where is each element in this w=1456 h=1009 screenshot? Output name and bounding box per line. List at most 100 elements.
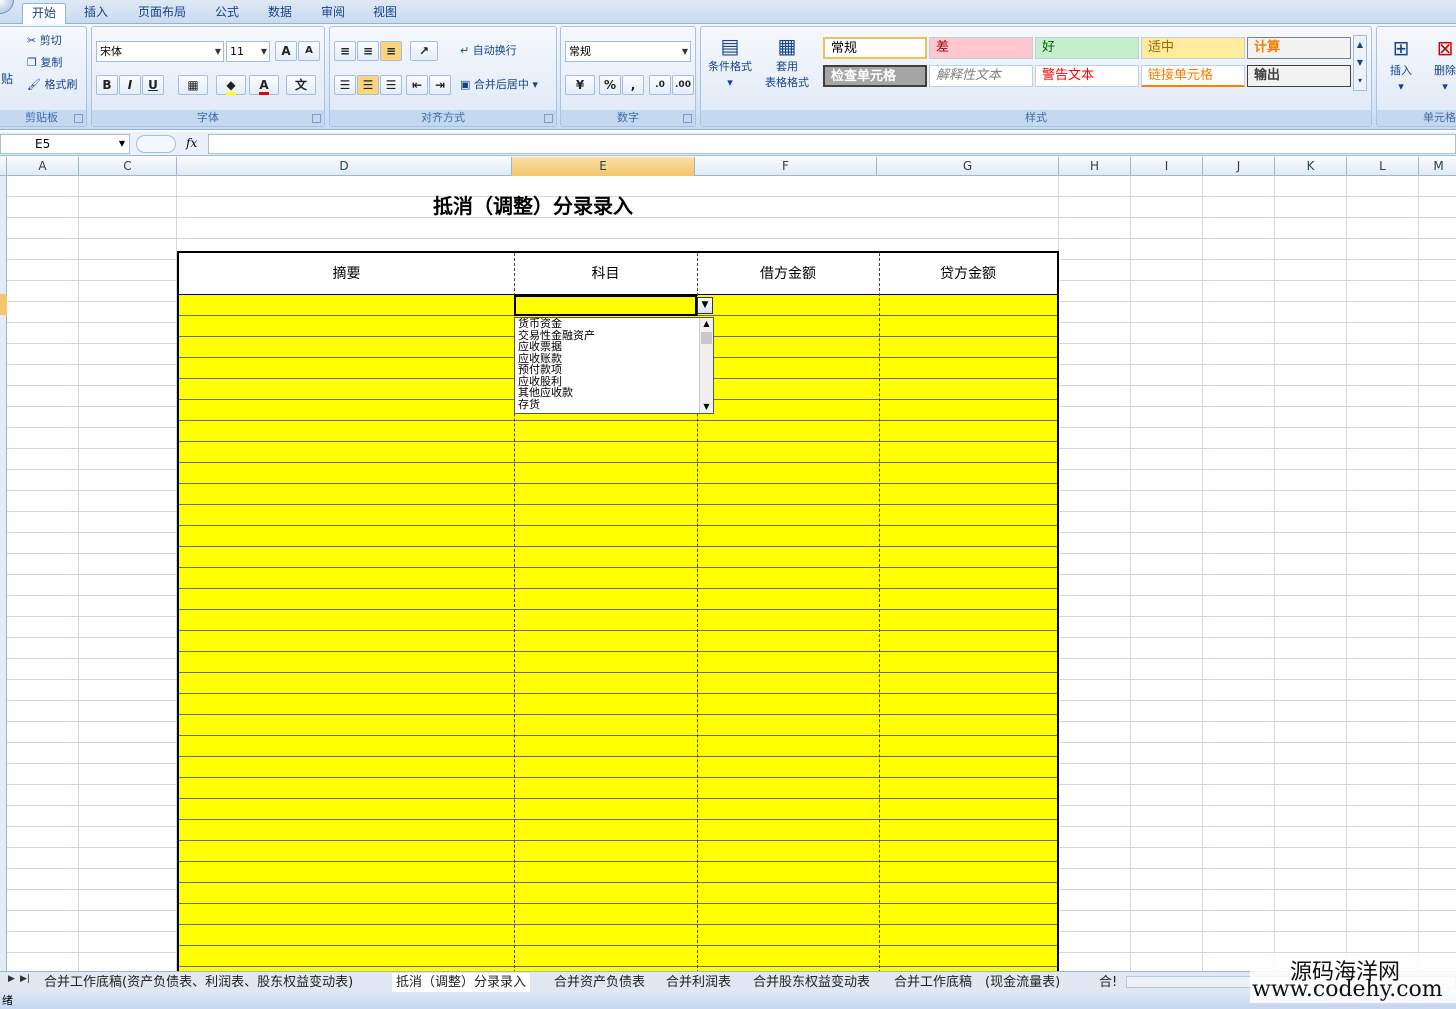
sheet-tab-worksheet-cashflow[interactable]: 合并工作底稿 (现金流量表) — [890, 973, 1064, 992]
copy-button[interactable]: ❐ 复制 — [27, 53, 62, 73]
styles-gallery-scroll[interactable]: ▲ ▼ ▾ — [1353, 35, 1367, 91]
underline-button[interactable]: U — [142, 75, 164, 95]
font-size-combo[interactable]: 11 ▼ — [226, 41, 270, 62]
fill-color-button[interactable]: ◆ — [216, 75, 246, 95]
column-header-d[interactable]: D — [177, 157, 512, 176]
insert-cells-button[interactable]: ⊞ 插入 ▾ — [1381, 33, 1421, 97]
accounting-format-button[interactable]: ¥ — [565, 75, 595, 95]
style-output[interactable]: 输出 — [1247, 65, 1351, 87]
last-sheet-icon[interactable]: ▶| — [20, 974, 30, 984]
dropdown-option[interactable]: 预付款项 — [515, 364, 713, 376]
increase-decimal-button[interactable]: .0 — [649, 75, 671, 95]
office-button[interactable] — [0, 0, 14, 14]
tab-home[interactable]: 开始 — [22, 3, 67, 24]
column-header-j[interactable]: J — [1203, 157, 1275, 176]
next-sheet-icon[interactable]: ▶ — [8, 974, 15, 984]
sheet-tab-worksheet-bs-pl[interactable]: 合并工作底稿(资产负债表、利润表、股东权益变动表) — [40, 973, 357, 992]
conditional-format-button[interactable]: ▤ 条件格式 ▾ — [705, 33, 755, 97]
chevron-down-icon[interactable]: ▼ — [700, 401, 713, 413]
borders-button[interactable]: ▦ — [178, 75, 208, 95]
align-bottom-button[interactable]: ≡ — [380, 41, 402, 61]
active-cell-e5[interactable] — [514, 295, 697, 316]
dropdown-scrollbar[interactable]: ▲ ▼ — [699, 318, 713, 413]
align-center-button[interactable]: ☰ — [357, 75, 379, 95]
dropdown-option[interactable]: 其他应收款 — [515, 387, 713, 399]
style-normal[interactable]: 常规 — [823, 37, 927, 59]
decrease-decimal-button[interactable]: .00 — [672, 75, 694, 95]
percent-button[interactable]: % — [599, 75, 621, 95]
formula-input[interactable] — [208, 134, 1456, 154]
align-right-button[interactable]: ☰ — [380, 75, 402, 95]
insert-function-icon[interactable]: fx — [186, 136, 197, 150]
dropdown-option[interactable]: 货币资金 — [515, 318, 713, 330]
tab-view[interactable]: 视图 — [364, 3, 406, 24]
phonetic-button[interactable]: 文 — [286, 75, 316, 95]
tab-insert[interactable]: 插入 — [75, 3, 117, 24]
style-bad[interactable]: 差 — [929, 37, 1033, 59]
style-check-cell[interactable]: 检查单元格 — [823, 65, 927, 87]
column-header-k[interactable]: K — [1275, 157, 1347, 176]
cut-button[interactable]: ✂ 剪切 — [27, 31, 62, 51]
style-explanatory[interactable]: 解释性文本 — [929, 65, 1033, 87]
sheet-tab-elimination-entries[interactable]: 抵消（调整）分录录入 — [392, 973, 531, 992]
clipboard-launcher-icon[interactable] — [74, 114, 83, 123]
tab-formulas[interactable]: 公式 — [206, 3, 248, 24]
column-header-f[interactable]: F — [695, 157, 877, 176]
sheet-tab-truncated[interactable]: 合! — [1095, 973, 1121, 992]
orientation-button[interactable]: ↗ — [410, 41, 438, 61]
dropdown-arrow-button[interactable]: ▼ — [697, 297, 713, 314]
column-header-i[interactable]: I — [1131, 157, 1203, 176]
scrollbar-thumb[interactable] — [701, 332, 712, 344]
merge-center-button[interactable]: ▣ 合并后居中 ▾ — [460, 75, 538, 95]
chevron-up-icon[interactable]: ▲ — [700, 318, 713, 330]
alignment-launcher-icon[interactable] — [544, 114, 553, 123]
column-header-m[interactable]: M — [1419, 157, 1456, 176]
dropdown-option[interactable]: 应收票据 — [515, 341, 713, 353]
column-header-c[interactable]: C — [79, 157, 177, 176]
format-painter-button[interactable]: 🖌 格式刷 — [27, 75, 77, 95]
sheet-tab-consolidated-bs[interactable]: 合并资产负债表 — [550, 973, 649, 992]
number-launcher-icon[interactable] — [683, 114, 692, 123]
dropdown-option[interactable]: 存货 — [515, 398, 713, 411]
column-header-a[interactable]: A — [7, 157, 79, 176]
bold-button[interactable]: B — [96, 75, 118, 95]
row-headers[interactable] — [0, 176, 7, 971]
tab-data[interactable]: 数据 — [259, 3, 301, 24]
tab-page-layout[interactable]: 页面布局 — [129, 3, 195, 24]
style-linked-cell[interactable]: 链接单元格 — [1141, 65, 1245, 87]
comma-button[interactable]: , — [622, 75, 644, 95]
worksheet-grid[interactable]: 抵消（调整）分录录入 摘要 科目 借方金额 贷方金额 ▼ 货币资金 交易性金融资… — [7, 176, 1456, 973]
align-middle-button[interactable]: ≡ — [357, 41, 379, 61]
sheet-tab-consolidated-pl[interactable]: 合并利润表 — [662, 973, 735, 992]
column-header-g[interactable]: G — [877, 157, 1059, 176]
format-painter-label: 格式刷 — [44, 78, 78, 91]
wrap-text-button[interactable]: ↵ 自动换行 — [460, 41, 517, 61]
selected-row-header[interactable] — [0, 294, 7, 315]
font-color-button[interactable]: A — [249, 75, 279, 95]
font-name-combo[interactable]: 宋体 ▼ — [96, 41, 224, 62]
style-calculation[interactable]: 计算 — [1247, 37, 1351, 59]
column-header-l[interactable]: L — [1347, 157, 1419, 176]
name-box[interactable]: E5 ▼ — [0, 134, 130, 154]
italic-button[interactable]: I — [119, 75, 141, 95]
format-as-table-button[interactable]: ▦ 套用 表格格式 — [757, 33, 817, 97]
account-dropdown-list[interactable]: 货币资金 交易性金融资产 应收票据 应收账款 预付款项 应收股利 其他应收款 存… — [514, 317, 714, 414]
column-header-h[interactable]: H — [1059, 157, 1131, 176]
decrease-indent-button[interactable]: ⇤ — [406, 75, 428, 95]
delete-cells-button[interactable]: ⊠ 删除 ▾ — [1425, 33, 1456, 97]
font-launcher-icon[interactable] — [312, 114, 321, 123]
column-header-e[interactable]: E — [512, 157, 695, 176]
grow-font-button[interactable]: A — [275, 41, 297, 61]
align-top-button[interactable]: ≡ — [334, 41, 356, 61]
select-all-corner[interactable] — [0, 157, 7, 176]
sheet-tab-consolidated-equity[interactable]: 合并股东权益变动表 — [749, 973, 874, 992]
align-left-button[interactable]: ☰ — [334, 75, 356, 95]
style-neutral[interactable]: 适中 — [1141, 37, 1245, 59]
shrink-font-button[interactable]: A — [298, 41, 320, 61]
paste-button[interactable]: 贴 — [1, 69, 13, 89]
style-warning[interactable]: 警告文本 — [1035, 65, 1139, 87]
number-format-combo[interactable]: 常规 ▼ — [565, 41, 691, 62]
tab-review[interactable]: 审阅 — [312, 3, 354, 24]
increase-indent-button[interactable]: ⇥ — [429, 75, 451, 95]
style-good[interactable]: 好 — [1035, 37, 1139, 59]
